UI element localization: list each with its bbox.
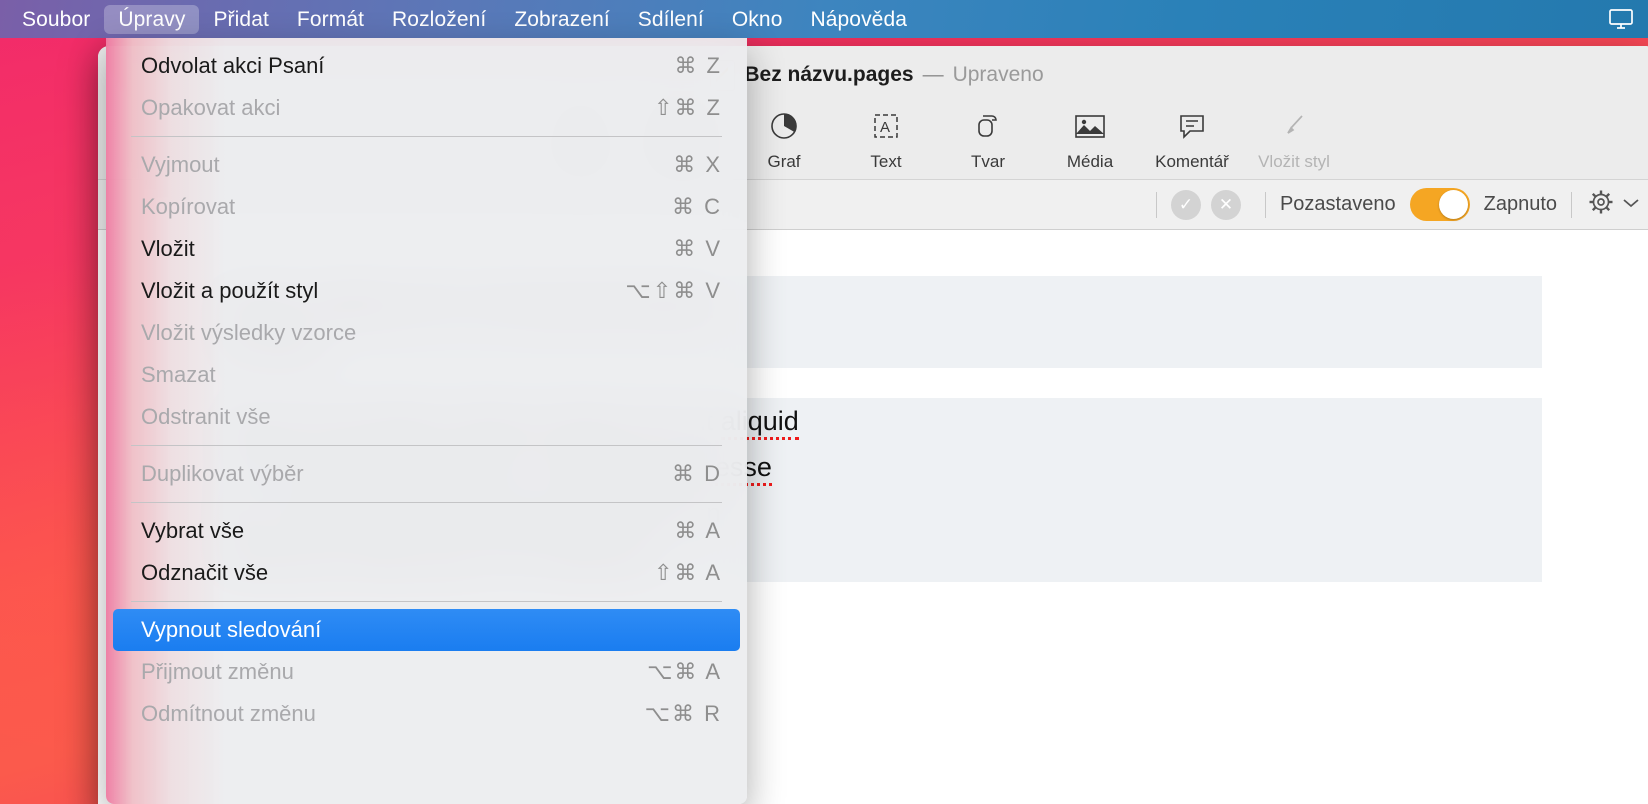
menu-separator (131, 445, 722, 446)
document-state: Upraveno (952, 63, 1044, 86)
menubar-item-napoveda[interactable]: Nápověda (796, 5, 921, 34)
menu-item-shortcut: ⌥⌘ A (647, 659, 722, 684)
menu-separator (131, 601, 722, 602)
toolbar-label-chart: Graf (767, 152, 801, 171)
menubar-item-sdileni[interactable]: Sdílení (624, 5, 718, 34)
toolbar-item-shape[interactable]: Tvar (937, 104, 1039, 172)
tracking-toggle[interactable] (1409, 188, 1470, 221)
comment-icon (1176, 106, 1208, 146)
menu-item-label: Kopírovat (141, 194, 236, 219)
menu-item-shortcut: ⇧⌘ Z (654, 95, 722, 120)
display-icon[interactable] (1608, 7, 1634, 31)
reject-change-button[interactable]: ✕ (1210, 189, 1241, 220)
menubar-item-rozlozeni[interactable]: Rozložení (378, 5, 500, 34)
shape-icon (972, 106, 1004, 146)
toolbar-item-paste-style[interactable]: Vložit styl (1243, 104, 1345, 172)
menu-item-odstranit-vse[interactable]: Odstranit vše (113, 396, 740, 438)
toolbar-label-shape: Tvar (971, 152, 1005, 171)
toolbar-label-media: Média (1066, 152, 1114, 171)
menu-item-vyjmout[interactable]: Vyjmout ⌘ X (113, 144, 740, 186)
tracking-paused-label: Pozastaveno (1279, 193, 1396, 215)
menubar-status-area (1608, 7, 1648, 31)
system-menubar: Soubor Úpravy Přidat Formát Rozložení Zo… (0, 0, 1648, 38)
chevron-down-icon (1622, 196, 1640, 214)
menu-item-duplikovat-vyber[interactable]: Duplikovat výběr ⌘ D (113, 453, 740, 495)
menu-item-label: Smazat (141, 362, 216, 387)
accept-change-button[interactable]: ✓ (1170, 189, 1201, 220)
menu-item-odznacit-vse[interactable]: Odznačit vše ⇧⌘ A (113, 552, 740, 594)
menu-item-shortcut: ⌥⌘ R (644, 701, 722, 726)
menu-item-shortcut: ⌥⇧⌘ V (625, 278, 722, 303)
menu-item-shortcut: ⌘ C (672, 194, 722, 219)
chart-pie-icon (768, 106, 800, 146)
toolbar-item-media[interactable]: Média (1039, 104, 1141, 172)
menu-item-label: Vyjmout (141, 152, 220, 177)
document-name: Bez názvu.pages (744, 63, 914, 86)
menu-separator (131, 136, 722, 137)
desktop-screen: Bez názvu.pages — Upraveno ¶T Přidat (0, 0, 1648, 804)
menu-item-prijmout-zmenu[interactable]: Přijmout změnu ⌥⌘ A (113, 651, 740, 693)
toolbar-item-text[interactable]: A Text (835, 104, 937, 172)
menubar-item-format[interactable]: Formát (283, 5, 378, 34)
menu-item-label: Vložit a použít styl (141, 278, 319, 303)
menu-item-label: Opakovat akci (141, 95, 281, 120)
menu-item-label: Odvolat akci Psaní (141, 53, 325, 78)
tracking-on-label: Zapnuto (1483, 193, 1557, 215)
tracking-options-button[interactable] (1586, 187, 1640, 222)
menu-item-shortcut: ⇧⌘ A (653, 560, 722, 585)
menu-item-vlozit-vysledky-vzorce[interactable]: Vložit výsledky vzorce (113, 312, 740, 354)
menu-item-label: Vložit výsledky vzorce (141, 320, 357, 345)
review-separator-3 (1571, 191, 1572, 218)
review-separator-2 (1264, 191, 1266, 218)
menu-item-odmitnout-zmenu[interactable]: Odmítnout změnu ⌥⌘ R (113, 693, 740, 735)
menu-item-vybrat-vse[interactable]: Vybrat vše ⌘ A (113, 510, 740, 552)
toolbar-label-text: Text (870, 152, 902, 171)
menu-item-odvolat-akci[interactable]: Odvolat akci Psaní ⌘ Z (113, 45, 740, 87)
title-dash: — (922, 63, 944, 86)
menu-item-label: Odmítnout změnu (141, 701, 316, 726)
menu-item-label: Odznačit vše (141, 560, 269, 585)
svg-text:A: A (880, 119, 890, 136)
menu-item-vlozit[interactable]: Vložit ⌘ V (113, 228, 740, 270)
menu-item-label: Odstranit vše (141, 404, 271, 429)
toolbar-item-chart[interactable]: Graf (733, 104, 835, 172)
menu-item-smazat[interactable]: Smazat (113, 354, 740, 396)
menu-item-opakovat-akci[interactable]: Opakovat akci ⇧⌘ Z (113, 87, 740, 129)
menu-separator (131, 502, 722, 503)
menu-item-shortcut: ⌘ Z (674, 53, 722, 78)
menu-item-shortcut: ⌘ X (673, 152, 722, 177)
menu-item-label: Duplikovat výběr (141, 461, 304, 486)
toolbar-label-paste-style: Vložit styl (1258, 152, 1330, 171)
menu-item-shortcut: ⌘ V (673, 236, 722, 261)
media-image-icon (1073, 106, 1107, 146)
document-title-group: Bez názvu.pages — Upraveno (710, 59, 1044, 91)
menu-item-vypnout-sledovani[interactable]: Vypnout sledování (113, 609, 740, 651)
menu-item-label: Vypnout sledování (141, 617, 322, 642)
menu-item-shortcut: ⌘ D (672, 461, 722, 486)
upravy-dropdown-menu[interactable]: Odvolat akci Psaní ⌘ Z Opakovat akci ⇧⌘ … (106, 38, 747, 804)
gear-icon (1586, 187, 1616, 222)
menu-item-vlozit-a-pouzit-styl[interactable]: Vložit a použít styl ⌥⇧⌘ V (113, 270, 740, 312)
text-box-icon: A (870, 106, 902, 146)
menubar-item-pridat[interactable]: Přidat (199, 5, 282, 34)
menu-item-label: Vybrat vše (141, 518, 245, 543)
menu-item-shortcut: ⌘ A (674, 518, 722, 543)
toolbar-label-comment: Komentář (1155, 152, 1229, 171)
menu-item-label: Přijmout změnu (141, 659, 294, 684)
toolbar-item-comment[interactable]: Komentář (1141, 104, 1243, 172)
menu-item-kopirovat[interactable]: Kopírovat ⌘ C (113, 186, 740, 228)
paint-brush-icon (1279, 106, 1309, 146)
menubar-item-upravy[interactable]: Úpravy (104, 4, 200, 34)
menubar-item-zobrazeni[interactable]: Zobrazení (500, 5, 623, 34)
menu-item-label: Vložit (141, 236, 195, 261)
menubar-item-soubor[interactable]: Soubor (8, 5, 104, 34)
review-separator-1 (1155, 191, 1157, 218)
menubar-item-okno[interactable]: Okno (718, 5, 797, 34)
